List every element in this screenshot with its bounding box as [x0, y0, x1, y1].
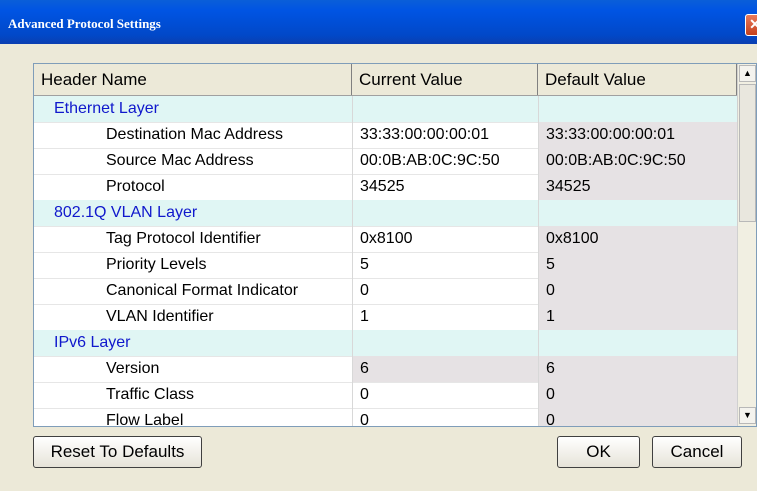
header-name-cell: 802.1Q VLAN Layer	[34, 200, 352, 226]
title-bar[interactable]: Advanced Protocol Settings ✕	[0, 0, 757, 44]
header-name-cell: Ethernet Layer	[34, 96, 352, 122]
table-row[interactable]: Destination Mac Address 33:33:00:00:00:0…	[34, 122, 737, 149]
table-row[interactable]: Version 6 6	[34, 356, 737, 383]
default-value-cell	[538, 200, 737, 226]
default-value-cell: 1	[538, 304, 737, 330]
current-value-cell	[352, 330, 538, 356]
header-name-cell: Destination Mac Address	[106, 126, 283, 143]
arrow-down-icon: ▼	[743, 410, 752, 420]
current-value-cell[interactable]: 00:0B:AB:0C:9C:50	[352, 148, 538, 174]
default-value-cell: 0x8100	[538, 226, 737, 252]
current-value-cell[interactable]: 0	[352, 382, 538, 408]
cancel-button[interactable]: Cancel	[652, 436, 742, 468]
scrollbar-thumb[interactable]	[739, 84, 756, 222]
default-value-cell	[538, 330, 737, 356]
current-value-cell	[352, 96, 538, 122]
protocol-settings-table: Header Name Current Value Default Value …	[33, 63, 757, 427]
column-header-current-value[interactable]: Current Value	[352, 64, 538, 95]
table-row[interactable]: Source Mac Address 00:0B:AB:0C:9C:50 00:…	[34, 148, 737, 175]
default-value-cell	[538, 96, 737, 122]
current-value-cell[interactable]: 6	[352, 356, 538, 382]
close-button[interactable]: ✕	[745, 14, 757, 36]
column-header-default-value[interactable]: Default Value	[538, 64, 737, 95]
header-name-cell: IPv6 Layer	[34, 330, 352, 356]
scroll-down-button[interactable]: ▼	[739, 407, 756, 424]
header-name-cell: Priority Levels	[106, 256, 207, 273]
table-header: Header Name Current Value Default Value	[34, 64, 737, 96]
current-value-cell[interactable]: 0x8100	[352, 226, 538, 252]
header-name-cell: Version	[106, 360, 160, 377]
default-value-cell: 33:33:00:00:00:01	[538, 122, 737, 148]
default-value-cell: 34525	[538, 174, 737, 200]
vertical-scrollbar[interactable]: ▲ ▼	[737, 64, 756, 426]
header-name-cell: Protocol	[106, 178, 165, 195]
close-icon: ✕	[749, 16, 757, 32]
default-value-cell: 5	[538, 252, 737, 278]
header-name-cell: Canonical Format Indicator	[106, 282, 299, 299]
header-name-cell: Tag Protocol Identifier	[106, 230, 261, 247]
header-name-cell: VLAN Identifier	[106, 308, 214, 325]
reset-to-defaults-button[interactable]: Reset To Defaults	[33, 436, 202, 468]
table-row[interactable]: Priority Levels 5 5	[34, 252, 737, 279]
default-value-cell: 6	[538, 356, 737, 382]
arrow-up-icon: ▲	[743, 68, 752, 78]
header-name-cell: Traffic Class	[106, 386, 195, 403]
group-row-802-1q-vlan-layer[interactable]: 802.1Q VLAN Layer	[34, 200, 737, 227]
group-row-ipv6-layer[interactable]: IPv6 Layer	[34, 330, 737, 357]
table-row[interactable]: Canonical Format Indicator 0 0	[34, 278, 737, 305]
current-value-cell[interactable]: 0	[352, 278, 538, 304]
current-value-cell[interactable]: 33:33:00:00:00:01	[352, 122, 538, 148]
table-row[interactable]: Flow Label 0 0	[34, 408, 737, 427]
current-value-cell[interactable]: 34525	[352, 174, 538, 200]
column-header-name[interactable]: Header Name	[34, 64, 352, 95]
table-row[interactable]: VLAN Identifier 1 1	[34, 304, 737, 331]
default-value-cell: 0	[538, 382, 737, 408]
current-value-cell[interactable]: 1	[352, 304, 538, 330]
default-value-cell: 00:0B:AB:0C:9C:50	[538, 148, 737, 174]
advanced-protocol-settings-dialog: Advanced Protocol Settings ✕ Header Name…	[0, 0, 757, 491]
group-row-ethernet-layer[interactable]: Ethernet Layer	[34, 96, 737, 123]
default-value-cell: 0	[538, 408, 737, 426]
table-row[interactable]: Traffic Class 0 0	[34, 382, 737, 409]
current-value-cell	[352, 200, 538, 226]
scroll-up-button[interactable]: ▲	[739, 65, 756, 82]
ok-button[interactable]: OK	[557, 436, 640, 468]
table-row[interactable]: Protocol 34525 34525	[34, 174, 737, 201]
current-value-cell[interactable]: 5	[352, 252, 538, 278]
header-name-cell: Flow Label	[106, 412, 184, 427]
header-name-cell: Source Mac Address	[106, 152, 254, 169]
default-value-cell: 0	[538, 278, 737, 304]
window-title: Advanced Protocol Settings	[8, 16, 161, 31]
current-value-cell[interactable]: 0	[352, 408, 538, 426]
table-row[interactable]: Tag Protocol Identifier 0x8100 0x8100	[34, 226, 737, 253]
